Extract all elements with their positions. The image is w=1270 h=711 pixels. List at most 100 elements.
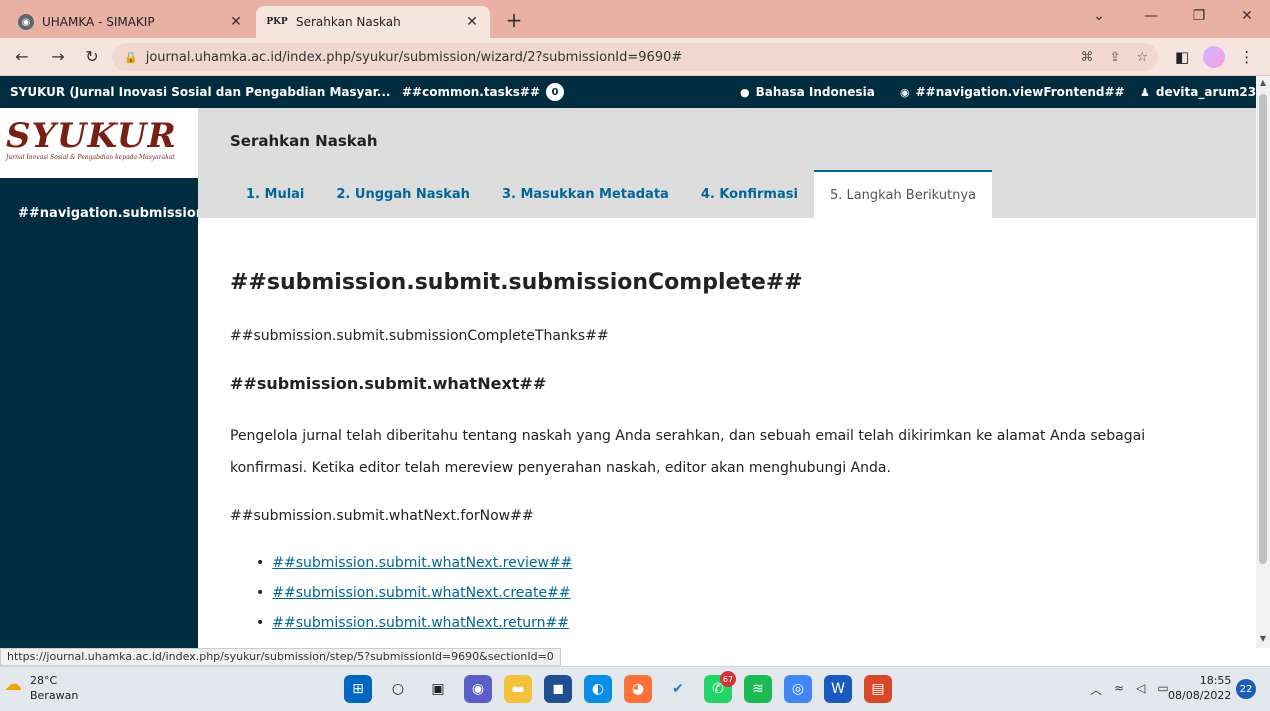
word-icon[interactable]: W [824, 675, 852, 703]
todo-check-icon[interactable]: ✔ [664, 675, 692, 703]
weather-temp: 28°C [30, 674, 58, 687]
what-next-heading: ##submission.submit.whatNext## [230, 374, 547, 393]
address-bar[interactable]: 🔒 journal.uhamka.ac.id/index.php/syukur/… [112, 43, 1158, 71]
view-frontend-label: ##navigation.viewFrontend## [915, 85, 1125, 99]
browser-tab-simakip[interactable]: ◉ UHAMKA - SIMAKIP ✕ [8, 6, 254, 38]
tasks-menu[interactable]: ##common.tasks## 0 [402, 76, 565, 108]
page-scrollbar[interactable]: ▲ ▼ [1256, 76, 1270, 648]
return-dashboard-link[interactable]: ##submission.submit.whatNext.return## [272, 615, 569, 631]
logo-subtitle: Jurnal Inovasi Sosial & Pengabdian kepad… [6, 154, 175, 161]
tab-konfirmasi[interactable]: 4. Konfirmasi [685, 170, 814, 218]
whatsapp-icon[interactable]: ✆ 67 [704, 671, 736, 703]
window-close-icon[interactable]: ✕ [1224, 8, 1270, 24]
edge-icon[interactable]: ◐ [584, 675, 612, 703]
tab-masukkan-metadata[interactable]: 3. Masukkan Metadata [486, 170, 685, 218]
browser-tab-strip: ◉ UHAMKA - SIMAKIP ✕ PKP Serahkan Naskah… [0, 0, 1270, 38]
tab-langkah-berikutnya[interactable]: 5. Langkah Berikutnya [813, 170, 993, 218]
file-explorer-icon[interactable]: ▬ [504, 675, 532, 703]
close-icon[interactable]: ✕ [464, 14, 480, 30]
share-icon[interactable]: ⇪ [1109, 50, 1120, 65]
weather-widget[interactable]: ☁ 28°C Berawan [4, 673, 79, 703]
list-item: ##submission.submit.whatNext.create## [256, 578, 572, 608]
list-item: ##submission.submit.whatNext.review## [256, 548, 572, 578]
browser-tab-title: Serahkan Naskah [296, 15, 401, 29]
wifi-icon[interactable]: ≈ [1114, 681, 1124, 698]
submission-wizard-header: Serahkan Naskah 1. Mulai 2. Unggah Naska… [198, 108, 1256, 218]
battery-icon[interactable]: ▭ [1157, 681, 1168, 698]
browser-tab-serahkan-naskah[interactable]: PKP Serahkan Naskah ✕ [256, 6, 490, 38]
minimize-icon[interactable]: — [1128, 8, 1174, 24]
user-menu[interactable]: ♟ devita_arum23 [1140, 76, 1256, 108]
tasks-count-badge: 0 [546, 83, 565, 101]
whatsapp-badge: 67 [720, 671, 736, 687]
browser-toolbar: ← → ↻ 🔒 journal.uhamka.ac.id/index.php/s… [0, 38, 1270, 76]
translate-icon[interactable]: ⌘ [1080, 50, 1093, 65]
language-menu[interactable]: ● Bahasa Indonesia [740, 76, 875, 108]
clock-date: 08/08/2022 [1168, 689, 1232, 702]
status-url-tooltip: https://journal.uhamka.ac.id/index.php/s… [0, 648, 561, 666]
list-item: ##submission.submit.whatNext.return## [256, 608, 572, 638]
submission-complete-heading: ##submission.submit.submissionComplete## [230, 270, 803, 295]
volume-icon[interactable]: ◁ [1136, 681, 1145, 698]
browser-tab-title: UHAMKA - SIMAKIP [42, 15, 155, 29]
next-steps-list: ##submission.submit.whatNext.review## ##… [256, 548, 572, 638]
firefox-icon[interactable]: ◕ [624, 675, 652, 703]
partly-cloudy-icon: ☁ [4, 674, 22, 695]
globe-icon: ● [740, 85, 750, 99]
maximize-icon[interactable]: ❐ [1176, 8, 1222, 24]
tab-mulai[interactable]: 1. Mulai [230, 170, 320, 218]
submission-complete-thanks: ##submission.submit.submissionCompleteTh… [230, 328, 609, 344]
review-submission-link[interactable]: ##submission.submit.whatNext.review## [272, 555, 572, 571]
app-top-nav: SYUKUR (Jurnal Inovasi Sosial dan Pengab… [0, 76, 1256, 108]
spotify-icon[interactable]: ≋ [744, 675, 772, 703]
tab-unggah-naskah[interactable]: 2. Unggah Naskah [320, 170, 486, 218]
search-icon[interactable]: ○ [384, 675, 412, 703]
tasks-label: ##common.tasks## [402, 85, 541, 99]
view-frontend-link[interactable]: ◉ ##navigation.viewFrontend## [900, 76, 1125, 108]
logo-mark: SYUKUR [6, 116, 177, 156]
windows-start-icon[interactable]: ⊞ [344, 675, 372, 703]
taskbar: ☁ 28°C Berawan ⊞ ○ ▣ ◉ ▬ ◼ ◐ ◕ ✔ ✆ 67 ≋ ◎… [0, 666, 1270, 711]
lock-icon: 🔒 [124, 50, 138, 64]
main-content: ##submission.submit.submissionComplete##… [198, 218, 1256, 648]
globe-icon: ◉ [18, 14, 34, 30]
presentation-app-icon[interactable]: ▤ [864, 675, 892, 703]
wizard-tabs: 1. Mulai 2. Unggah Naskah 3. Masukkan Me… [230, 170, 993, 218]
scrollbar-thumb[interactable] [1259, 94, 1267, 564]
teams-chat-icon[interactable]: ◉ [464, 675, 492, 703]
forward-icon[interactable]: → [46, 47, 70, 66]
store-icon[interactable]: ◼ [544, 675, 572, 703]
system-tray: ︿ ≈ ◁ ▭ [1090, 681, 1169, 698]
user-icon: ♟ [1140, 85, 1150, 99]
back-icon[interactable]: ← [10, 47, 34, 66]
task-view-icon[interactable]: ▣ [424, 675, 452, 703]
chrome-icon[interactable]: ◎ [784, 675, 812, 703]
scroll-up-icon[interactable]: ▲ [1256, 78, 1270, 87]
create-submission-link[interactable]: ##submission.submit.whatNext.create## [272, 585, 570, 601]
weather-desc: Berawan [30, 689, 79, 702]
notification-paragraph: Pengelola jurnal telah diberitahu tentan… [230, 428, 1146, 476]
chevron-up-icon[interactable]: ︿ [1090, 681, 1102, 698]
page-title: Serahkan Naskah [230, 132, 378, 150]
scroll-down-icon[interactable]: ▼ [1256, 634, 1270, 643]
reload-icon[interactable]: ↻ [80, 47, 104, 66]
new-tab-button[interactable]: + [500, 8, 528, 32]
close-icon[interactable]: ✕ [228, 14, 244, 30]
url-text: journal.uhamka.ac.id/index.php/syukur/su… [145, 49, 683, 65]
taskbar-apps: ⊞ ○ ▣ ◉ ▬ ◼ ◐ ◕ ✔ ✆ 67 ≋ ◎ W ▤ [344, 671, 892, 703]
username: devita_arum23 [1155, 85, 1257, 99]
notification-badge[interactable]: 22 [1236, 679, 1256, 699]
profile-avatar[interactable] [1203, 46, 1226, 68]
pkp-favicon-icon: PKP [266, 17, 288, 27]
language-label: Bahasa Indonesia [755, 85, 875, 99]
clock[interactable]: 18:55 08/08/2022 [1168, 673, 1231, 703]
sidebar: SYUKUR Jurnal Inovasi Sosial & Pengabdia… [0, 108, 235, 648]
tab-search-icon[interactable]: ⌄ [1076, 8, 1122, 24]
clock-time: 18:55 [1199, 674, 1232, 687]
journal-title-link[interactable]: SYUKUR (Jurnal Inovasi Sosial dan Pengab… [10, 76, 390, 108]
bookmark-star-icon[interactable]: ☆ [1136, 50, 1148, 65]
for-now-text: ##submission.submit.whatNext.forNow## [230, 508, 534, 524]
journal-logo[interactable]: SYUKUR Jurnal Inovasi Sosial & Pengabdia… [0, 108, 198, 178]
menu-kebab-icon[interactable]: ⋮ [1239, 48, 1254, 66]
sidepanel-icon[interactable]: ◧ [1175, 48, 1189, 66]
